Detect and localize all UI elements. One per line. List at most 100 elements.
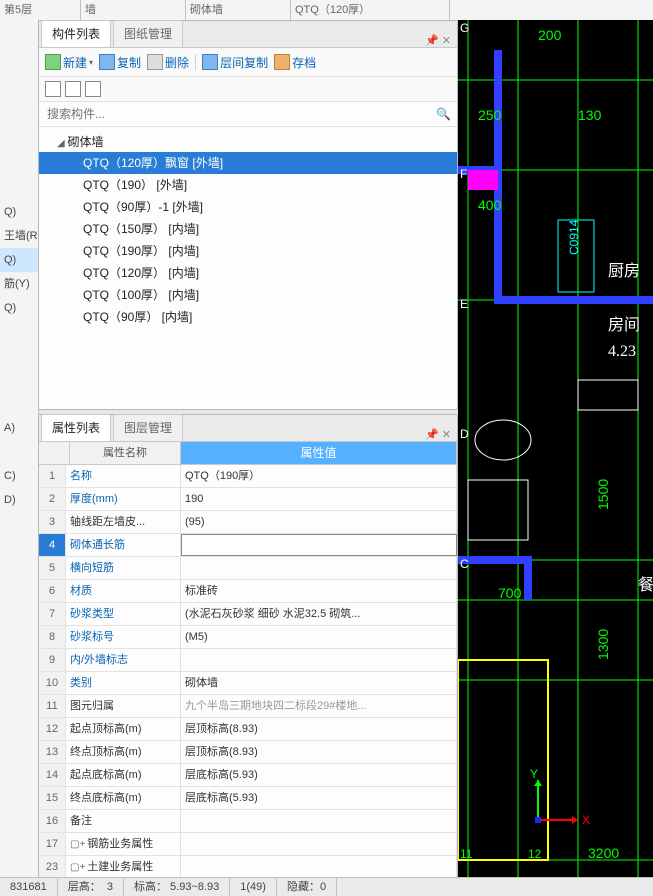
property-row[interactable]: 12起点顶标高(m)层顶标高(8.93) — [39, 718, 457, 741]
component-tree-item[interactable]: QTQ（90厚）-1 [外墙] — [39, 196, 457, 218]
property-row[interactable]: 14起点底标高(m)层底标高(5.93) — [39, 764, 457, 787]
svg-text:C0914: C0914 — [567, 219, 581, 255]
component-tree-item[interactable]: QTQ（190） [外墙] — [39, 174, 457, 196]
tree-view-icon[interactable] — [85, 81, 101, 97]
status-bar: 831681 层高： 3 标高： 5.93~8.93 1(49) 隐藏：0 — [0, 877, 653, 896]
sidebar-item[interactable] — [0, 344, 38, 368]
sidebar-item[interactable] — [0, 80, 38, 104]
property-grid-header: 属性名称 属性值 — [39, 442, 457, 465]
svg-text:C: C — [460, 557, 469, 571]
intercopy-button[interactable]: 层间复制 — [202, 54, 268, 71]
component-tree-item[interactable]: QTQ（190厚） [内墙] — [39, 240, 457, 262]
svg-text:130: 130 — [578, 107, 602, 123]
property-row[interactable]: 6材质标准砖 — [39, 580, 457, 603]
property-tabs: 属性列表 图层管理 📌 ✕ — [39, 415, 457, 442]
new-button[interactable]: 新建▾ — [45, 54, 93, 71]
cad-viewport[interactable]: G F E D C 12 11 200 250 130 400 700 1500… — [458, 20, 653, 878]
component-tree: 砌体墙 QTQ（120厚）飘窗 [外墙]QTQ（190） [外墙]QTQ（90厚… — [39, 127, 457, 409]
property-row[interactable]: 1名称QTQ（190厚） — [39, 465, 457, 488]
property-row[interactable]: 23▢+土建业务属性 — [39, 856, 457, 879]
top-breadcrumb: 第5层 墙 砌体墙 QTQ（120厚） — [0, 0, 653, 21]
pin-icon[interactable]: 📌 ✕ — [425, 34, 451, 47]
sidebar-item[interactable] — [0, 320, 38, 344]
property-row[interactable]: 4砌体通长筋 — [39, 534, 457, 557]
sidebar-item[interactable] — [0, 440, 38, 464]
sidebar-item[interactable] — [0, 176, 38, 200]
sidebar-item[interactable]: 王墙(RF) — [0, 224, 38, 248]
sidebar-item[interactable] — [0, 152, 38, 176]
sidebar-item[interactable]: 筋(Y) — [0, 272, 38, 296]
property-row[interactable]: 2厚度(mm)190 — [39, 488, 457, 511]
copy-button[interactable]: 复制 — [99, 54, 141, 71]
sidebar-item[interactable]: D) — [0, 488, 38, 512]
svg-text:G: G — [460, 21, 469, 35]
component-list-panel: 构件列表 图纸管理 📌 ✕ 新建▾ 复制 删除 层间复制 存档 🔍 — [38, 20, 458, 410]
sidebar-item[interactable] — [0, 128, 38, 152]
svg-text:房间: 房间 — [608, 316, 640, 334]
property-row[interactable]: 13终点顶标高(m)层顶标高(8.93) — [39, 741, 457, 764]
svg-text:12: 12 — [528, 847, 542, 861]
status-selection: 1(49) — [230, 878, 277, 896]
tab-drawing-manage[interactable]: 图纸管理 — [113, 20, 183, 47]
archive-button[interactable]: 存档 — [274, 54, 316, 71]
col-name: 属性名称 — [70, 442, 181, 464]
tab-component-list[interactable]: 构件列表 — [41, 20, 111, 47]
sidebar-item[interactable] — [0, 392, 38, 416]
sidebar-item[interactable]: Q) — [0, 296, 38, 320]
svg-text:1500: 1500 — [595, 479, 611, 510]
sidebar-item[interactable] — [0, 104, 38, 128]
component-tree-item[interactable]: QTQ（150厚） [内墙] — [39, 218, 457, 240]
status-elevation: 标高： 5.93~8.93 — [124, 878, 230, 896]
svg-text:400: 400 — [478, 197, 502, 213]
prop-pin-icon[interactable]: 📌 ✕ — [425, 428, 451, 441]
search-icon[interactable]: 🔍 — [436, 107, 451, 121]
property-row[interactable]: 9内/外墙标志 — [39, 649, 457, 672]
sidebar-item[interactable] — [0, 368, 38, 392]
breadcrumb-component[interactable]: QTQ（120厚） — [291, 0, 450, 20]
svg-text:E: E — [460, 297, 468, 311]
search-input[interactable] — [45, 106, 436, 122]
property-row[interactable]: 3轴线距左墙皮...(95) — [39, 511, 457, 534]
property-row[interactable]: 10类别砌体墙 — [39, 672, 457, 695]
component-tree-item[interactable]: QTQ（90厚） [内墙] — [39, 306, 457, 328]
view-toolbar — [39, 77, 457, 102]
property-row[interactable]: 17▢+钢筋业务属性 — [39, 833, 457, 856]
breadcrumb-type[interactable]: 砌体墙 — [186, 0, 291, 20]
component-tree-item[interactable]: QTQ（120厚）飘窗 [外墙] — [39, 152, 457, 174]
sidebar-item[interactable]: C) — [0, 464, 38, 488]
component-tree-item[interactable]: QTQ（100厚） [内墙] — [39, 284, 457, 306]
property-row[interactable]: 8砂浆标号(M5) — [39, 626, 457, 649]
component-toolbar: 新建▾ 复制 删除 层间复制 存档 — [39, 48, 457, 77]
sidebar-item[interactable]: Q) — [0, 200, 38, 224]
svg-text:D: D — [460, 427, 469, 441]
status-hidden: 隐藏：0 — [277, 878, 337, 896]
breadcrumb-category[interactable]: 墙 — [81, 0, 186, 20]
svg-text:4.23: 4.23 — [608, 343, 636, 360]
tree-group-masonry[interactable]: 砌体墙 — [39, 131, 457, 152]
component-search: 🔍 — [39, 102, 457, 127]
sidebar-item[interactable]: A) — [0, 416, 38, 440]
tab-layer-manage[interactable]: 图层管理 — [113, 414, 183, 441]
delete-button[interactable]: 删除 — [147, 54, 189, 71]
status-code: 831681 — [0, 878, 58, 896]
svg-text:3200: 3200 — [588, 845, 619, 861]
property-row[interactable]: 15终点底标高(m)层底标高(5.93) — [39, 787, 457, 810]
tab-property-list[interactable]: 属性列表 — [41, 414, 111, 441]
list-view-icon[interactable] — [45, 81, 61, 97]
svg-text:250: 250 — [478, 107, 502, 123]
property-row[interactable]: 7砂浆类型(水泥石灰砂浆 细砂 水泥32.5 砌筑... — [39, 603, 457, 626]
svg-text:200: 200 — [538, 27, 562, 43]
component-tabs: 构件列表 图纸管理 📌 ✕ — [39, 21, 457, 48]
property-row[interactable]: 11图元归属九个半岛三期地块四二标段29#楼地... — [39, 695, 457, 718]
grid-view-icon[interactable] — [65, 81, 81, 97]
property-panel: 属性列表 图层管理 📌 ✕ 属性名称 属性值 1名称QTQ（190厚）2厚度(m… — [38, 414, 458, 896]
property-row[interactable]: 5横向短筋 — [39, 557, 457, 580]
breadcrumb-floor[interactable]: 第5层 — [0, 0, 81, 20]
svg-text:餐: 餐 — [638, 576, 653, 594]
property-grid: 属性名称 属性值 1名称QTQ（190厚）2厚度(mm)1903轴线距左墙皮..… — [39, 442, 457, 896]
property-row[interactable]: 16备注 — [39, 810, 457, 833]
svg-text:X: X — [582, 813, 590, 827]
svg-text:F: F — [460, 167, 467, 181]
sidebar-item[interactable]: Q) — [0, 248, 38, 272]
component-tree-item[interactable]: QTQ（120厚） [内墙] — [39, 262, 457, 284]
